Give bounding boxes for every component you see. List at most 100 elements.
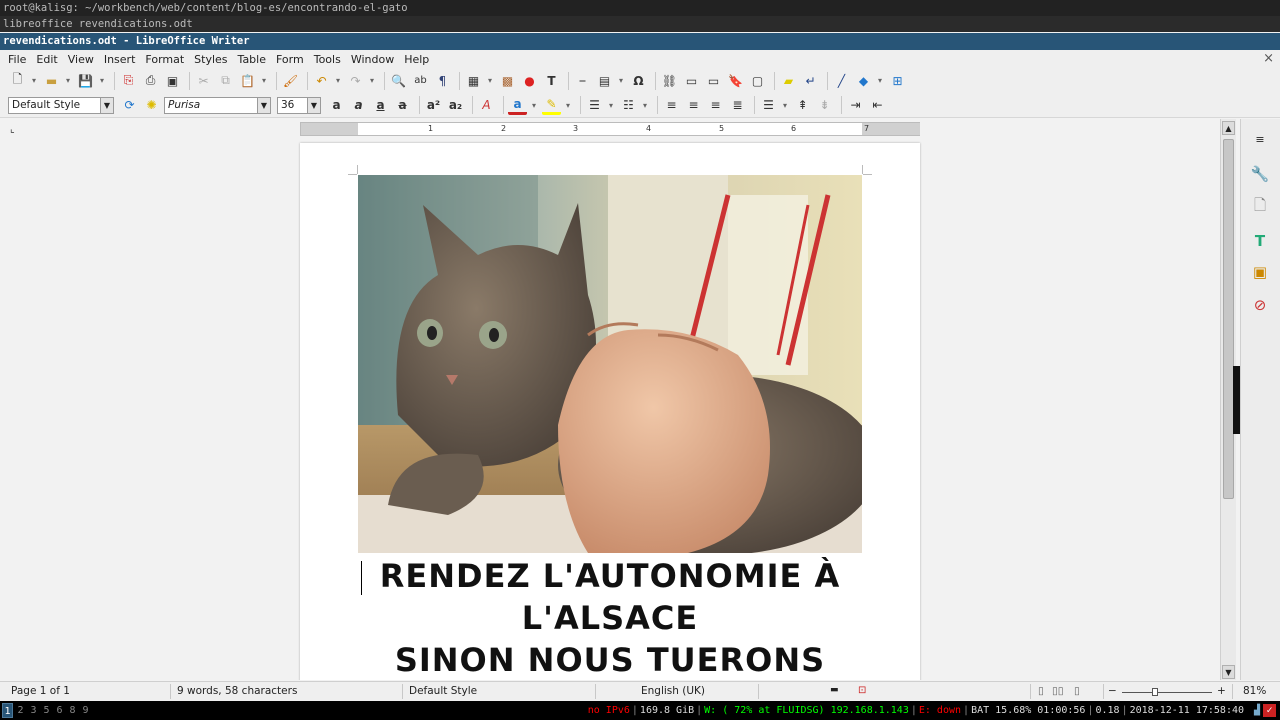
paragraph-style-select[interactable]: Default Style ▼ (8, 96, 114, 114)
menu-tools[interactable]: Tools (310, 53, 347, 66)
document-modified-icon[interactable]: ⊡ (858, 685, 866, 696)
font-color-dropdown-icon[interactable]: ▾ (530, 96, 538, 115)
scroll-down-icon[interactable]: ▼ (1222, 665, 1235, 679)
workspace-button[interactable]: 5 (41, 703, 52, 718)
bookmark-icon[interactable]: 🔖 (726, 71, 745, 90)
clear-formatting-icon[interactable]: A (477, 96, 496, 115)
sidebar-menu-icon[interactable]: ≡ (1250, 129, 1270, 149)
update-style-icon[interactable]: ⟳ (120, 96, 139, 115)
bold-icon[interactable]: a (327, 96, 346, 115)
menu-view[interactable]: View (64, 53, 100, 66)
draw-functions-icon[interactable]: ⊞ (888, 71, 907, 90)
navigator-compass-icon[interactable]: ⊘ (1250, 295, 1270, 315)
underline-icon[interactable]: a (371, 96, 390, 115)
menu-form[interactable]: Form (272, 53, 310, 66)
workspace-button[interactable]: 8 (67, 703, 78, 718)
decrease-spacing-icon[interactable]: ⇟ (815, 96, 834, 115)
network-tray-icon[interactable]: ▟ (1254, 701, 1260, 720)
increase-spacing-icon[interactable]: ⇞ (793, 96, 812, 115)
endnote-icon[interactable]: ▭ (704, 71, 723, 90)
chevron-down-icon[interactable]: ▼ (307, 97, 320, 113)
save-icon[interactable]: 💾 (76, 71, 95, 90)
footnote-icon[interactable]: ▭ (682, 71, 701, 90)
workspace-button[interactable]: 3 (28, 703, 39, 718)
table-dropdown-icon[interactable]: ▾ (486, 71, 494, 90)
bullets-dropdown-icon[interactable]: ▾ (607, 96, 615, 115)
align-right-icon[interactable]: ≡ (706, 96, 725, 115)
book-view-icon[interactable]: ▯ (1074, 685, 1080, 697)
styles-icon[interactable]: T (1250, 231, 1270, 251)
new-document-icon[interactable]: 🗋 (8, 71, 27, 90)
scroll-up-icon[interactable]: ▲ (1222, 121, 1235, 135)
word-count[interactable]: 9 words, 58 characters (177, 685, 297, 697)
decrease-indent-icon[interactable]: ⇤ (868, 96, 887, 115)
tray-app-icon[interactable]: ✓ (1263, 704, 1276, 717)
insert-image-icon[interactable]: ▩ (498, 71, 517, 90)
document-area[interactable]: RENDEZ L'AUTONOMIE À L'ALSACE SINON NOUS… (0, 141, 1220, 680)
insert-mode-icon[interactable]: ▬ (830, 685, 839, 695)
highlight-icon[interactable]: ✎ (542, 96, 561, 115)
print-preview-icon[interactable]: ▣ (163, 71, 182, 90)
scrollbar-thumb[interactable] (1223, 139, 1234, 499)
tab-stop-icon[interactable]: ⌞ (10, 124, 15, 135)
menu-window[interactable]: Window (347, 53, 400, 66)
align-center-icon[interactable]: ≡ (684, 96, 703, 115)
workspace-button[interactable]: 1 (2, 703, 13, 718)
insert-line-icon[interactable]: ╱ (832, 71, 851, 90)
menu-styles[interactable]: Styles (190, 53, 233, 66)
print-icon[interactable]: ⎙ (141, 71, 160, 90)
gallery-icon[interactable]: ▣ (1250, 262, 1270, 282)
track-changes-icon[interactable]: ↵ (801, 71, 820, 90)
numbering-dropdown-icon[interactable]: ▾ (641, 96, 649, 115)
cut-icon[interactable]: ✂ (194, 71, 213, 90)
basic-shapes-icon[interactable]: ◆ (854, 71, 873, 90)
field-dropdown-icon[interactable]: ▾ (617, 71, 625, 90)
strikethrough-icon[interactable]: a (393, 96, 412, 115)
align-left-icon[interactable]: ≡ (662, 96, 681, 115)
menu-edit[interactable]: Edit (32, 53, 63, 66)
paste-icon[interactable]: 📋 (238, 71, 257, 90)
font-color-icon[interactable]: a (508, 96, 527, 115)
chevron-down-icon[interactable]: ▼ (257, 97, 270, 113)
properties-wrench-icon[interactable]: 🔧 (1250, 164, 1270, 184)
document-page[interactable]: RENDEZ L'AUTONOMIE À L'ALSACE SINON NOUS… (300, 143, 920, 680)
workspace-button[interactable]: 6 (54, 703, 65, 718)
single-page-view-icon[interactable]: ▯ (1038, 685, 1044, 697)
zoom-percent[interactable]: 81% (1243, 685, 1266, 697)
window-title-bar[interactable]: revendications.odt - LibreOffice Writer (0, 33, 1280, 50)
menu-file[interactable]: File (4, 53, 32, 66)
undo-icon[interactable]: ↶ (312, 71, 331, 90)
comment-icon[interactable]: ▰ (779, 71, 798, 90)
workspace-button[interactable]: 9 (80, 703, 91, 718)
numbering-icon[interactable]: ☷ (619, 96, 638, 115)
line-spacing-icon[interactable]: ☰ (759, 96, 778, 115)
language[interactable]: English (UK) (641, 685, 705, 697)
copy-icon[interactable]: ⧉ (216, 71, 235, 90)
workspace-button[interactable]: 2 (15, 703, 26, 718)
menu-format[interactable]: Format (141, 53, 190, 66)
new-style-icon[interactable]: ✺ (142, 96, 161, 115)
cat-photo[interactable] (358, 175, 862, 553)
spacing-dropdown-icon[interactable]: ▾ (781, 96, 789, 115)
insert-textbox-icon[interactable]: T (542, 71, 561, 90)
clone-formatting-icon[interactable]: 🖌 (281, 71, 300, 90)
special-character-icon[interactable]: Ω (629, 71, 648, 90)
hyperlink-icon[interactable]: ⛓ (660, 71, 679, 90)
menu-table[interactable]: Table (234, 53, 272, 66)
horizontal-ruler[interactable]: 1 2 3 4 5 6 7 (300, 122, 920, 136)
font-name-select[interactable]: Purisa ▼ (164, 96, 271, 114)
paste-dropdown-icon[interactable]: ▾ (260, 71, 268, 90)
close-document-icon[interactable]: × (1263, 51, 1274, 66)
redo-dropdown-icon[interactable]: ▾ (368, 71, 376, 90)
new-dropdown-icon[interactable]: ▾ (30, 71, 38, 90)
cross-reference-icon[interactable]: ▢ (748, 71, 767, 90)
page-icon[interactable]: 🗋 (1250, 196, 1270, 217)
insert-table-icon[interactable]: ▦ (464, 71, 483, 90)
spelling-icon[interactable]: ab (411, 71, 430, 90)
page-break-icon[interactable]: ⎯ (573, 71, 592, 90)
menu-insert[interactable]: Insert (100, 53, 142, 66)
justify-icon[interactable]: ≣ (728, 96, 747, 115)
formatting-marks-icon[interactable]: ¶ (433, 71, 452, 90)
page-style[interactable]: Default Style (409, 685, 477, 697)
zoom-slider[interactable] (1122, 692, 1212, 693)
